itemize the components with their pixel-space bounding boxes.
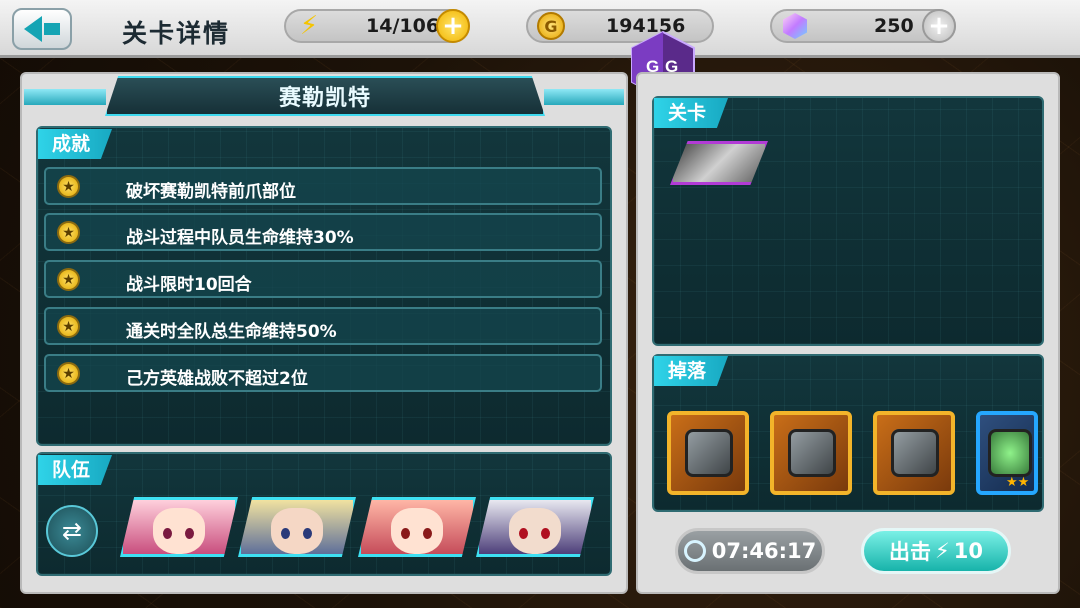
weapon-icon (685, 429, 733, 477)
achievement-item: ★ 战斗过程中队员生命维持30% (44, 213, 602, 251)
swap-icon: ⇄ (61, 517, 83, 545)
clock-icon (683, 540, 706, 562)
coin-icon: G (534, 9, 568, 43)
achievement-item: ★ 己方英雄战败不超过2位 (44, 354, 602, 392)
gem-icon (778, 9, 812, 43)
hero-portrait (509, 508, 561, 554)
achievement-item: ★ 破坏赛勒凯特前爪部位 (44, 167, 602, 205)
energy-counter: ⚡ 14/106 + (284, 9, 470, 43)
add-energy-button[interactable]: + (436, 9, 470, 43)
drop-item-4[interactable]: ★★ (976, 411, 1038, 495)
hero-portrait (153, 508, 205, 554)
timer-button[interactable]: 07:46:17 (675, 528, 825, 574)
hero-slot-3[interactable] (358, 497, 476, 557)
level-section (652, 96, 1044, 346)
go-cost: 10 (953, 539, 983, 563)
star-rating: ★★ (1006, 475, 1030, 490)
go-label: 出击 (889, 540, 931, 564)
hero-portrait (271, 508, 323, 554)
lightning-icon: ⚡ (935, 539, 950, 563)
hero-slot-4[interactable] (476, 497, 594, 557)
cannon-icon (788, 429, 836, 477)
star-icon: ★ (57, 315, 80, 338)
star-icon: ★ (57, 268, 80, 291)
hero-portrait (391, 508, 443, 554)
stage-name-banner: 赛勒凯特 (105, 76, 545, 116)
go-battle-button[interactable]: 出击 ⚡ 10 (861, 528, 1011, 574)
achievements-label: 成就 (38, 129, 113, 159)
timer-value: 07:46:17 (711, 539, 817, 563)
emblem-icon (988, 429, 1032, 477)
star-icon: ★ (57, 362, 80, 385)
drops-label: 掉落 (654, 356, 729, 386)
armor-icon (891, 429, 939, 477)
stage-name: 赛勒凯特 (278, 86, 371, 111)
drop-item-3[interactable] (873, 411, 955, 495)
back-arrow-icon (24, 16, 42, 42)
team-label: 队伍 (38, 455, 113, 485)
achievement-item: ★ 战斗限时10回合 (44, 260, 602, 298)
drop-item-2[interactable] (770, 411, 852, 495)
achievement-item: ★ 通关时全队总生命维持50% (44, 307, 602, 345)
back-button[interactable] (12, 8, 72, 50)
swap-team-button[interactable]: ⇄ (46, 505, 98, 557)
gem-value: 250 (874, 15, 914, 37)
gem-counter: 250 + (770, 9, 956, 43)
hero-slot-2[interactable] (238, 497, 356, 557)
drop-item-1[interactable] (667, 411, 749, 495)
hero-slot-1[interactable] (120, 497, 238, 557)
lightning-icon: ⚡ (299, 11, 319, 41)
star-icon: ★ (57, 221, 80, 244)
energy-value: 14/106 (366, 15, 440, 37)
top-bar: 关卡详情 ⚡ 14/106 + G 194156 250 + (0, 0, 1080, 58)
page-title: 关卡详情 (122, 19, 231, 48)
level-label: 关卡 (654, 98, 729, 128)
star-icon: ★ (57, 175, 80, 198)
add-gem-button[interactable]: + (922, 9, 956, 43)
